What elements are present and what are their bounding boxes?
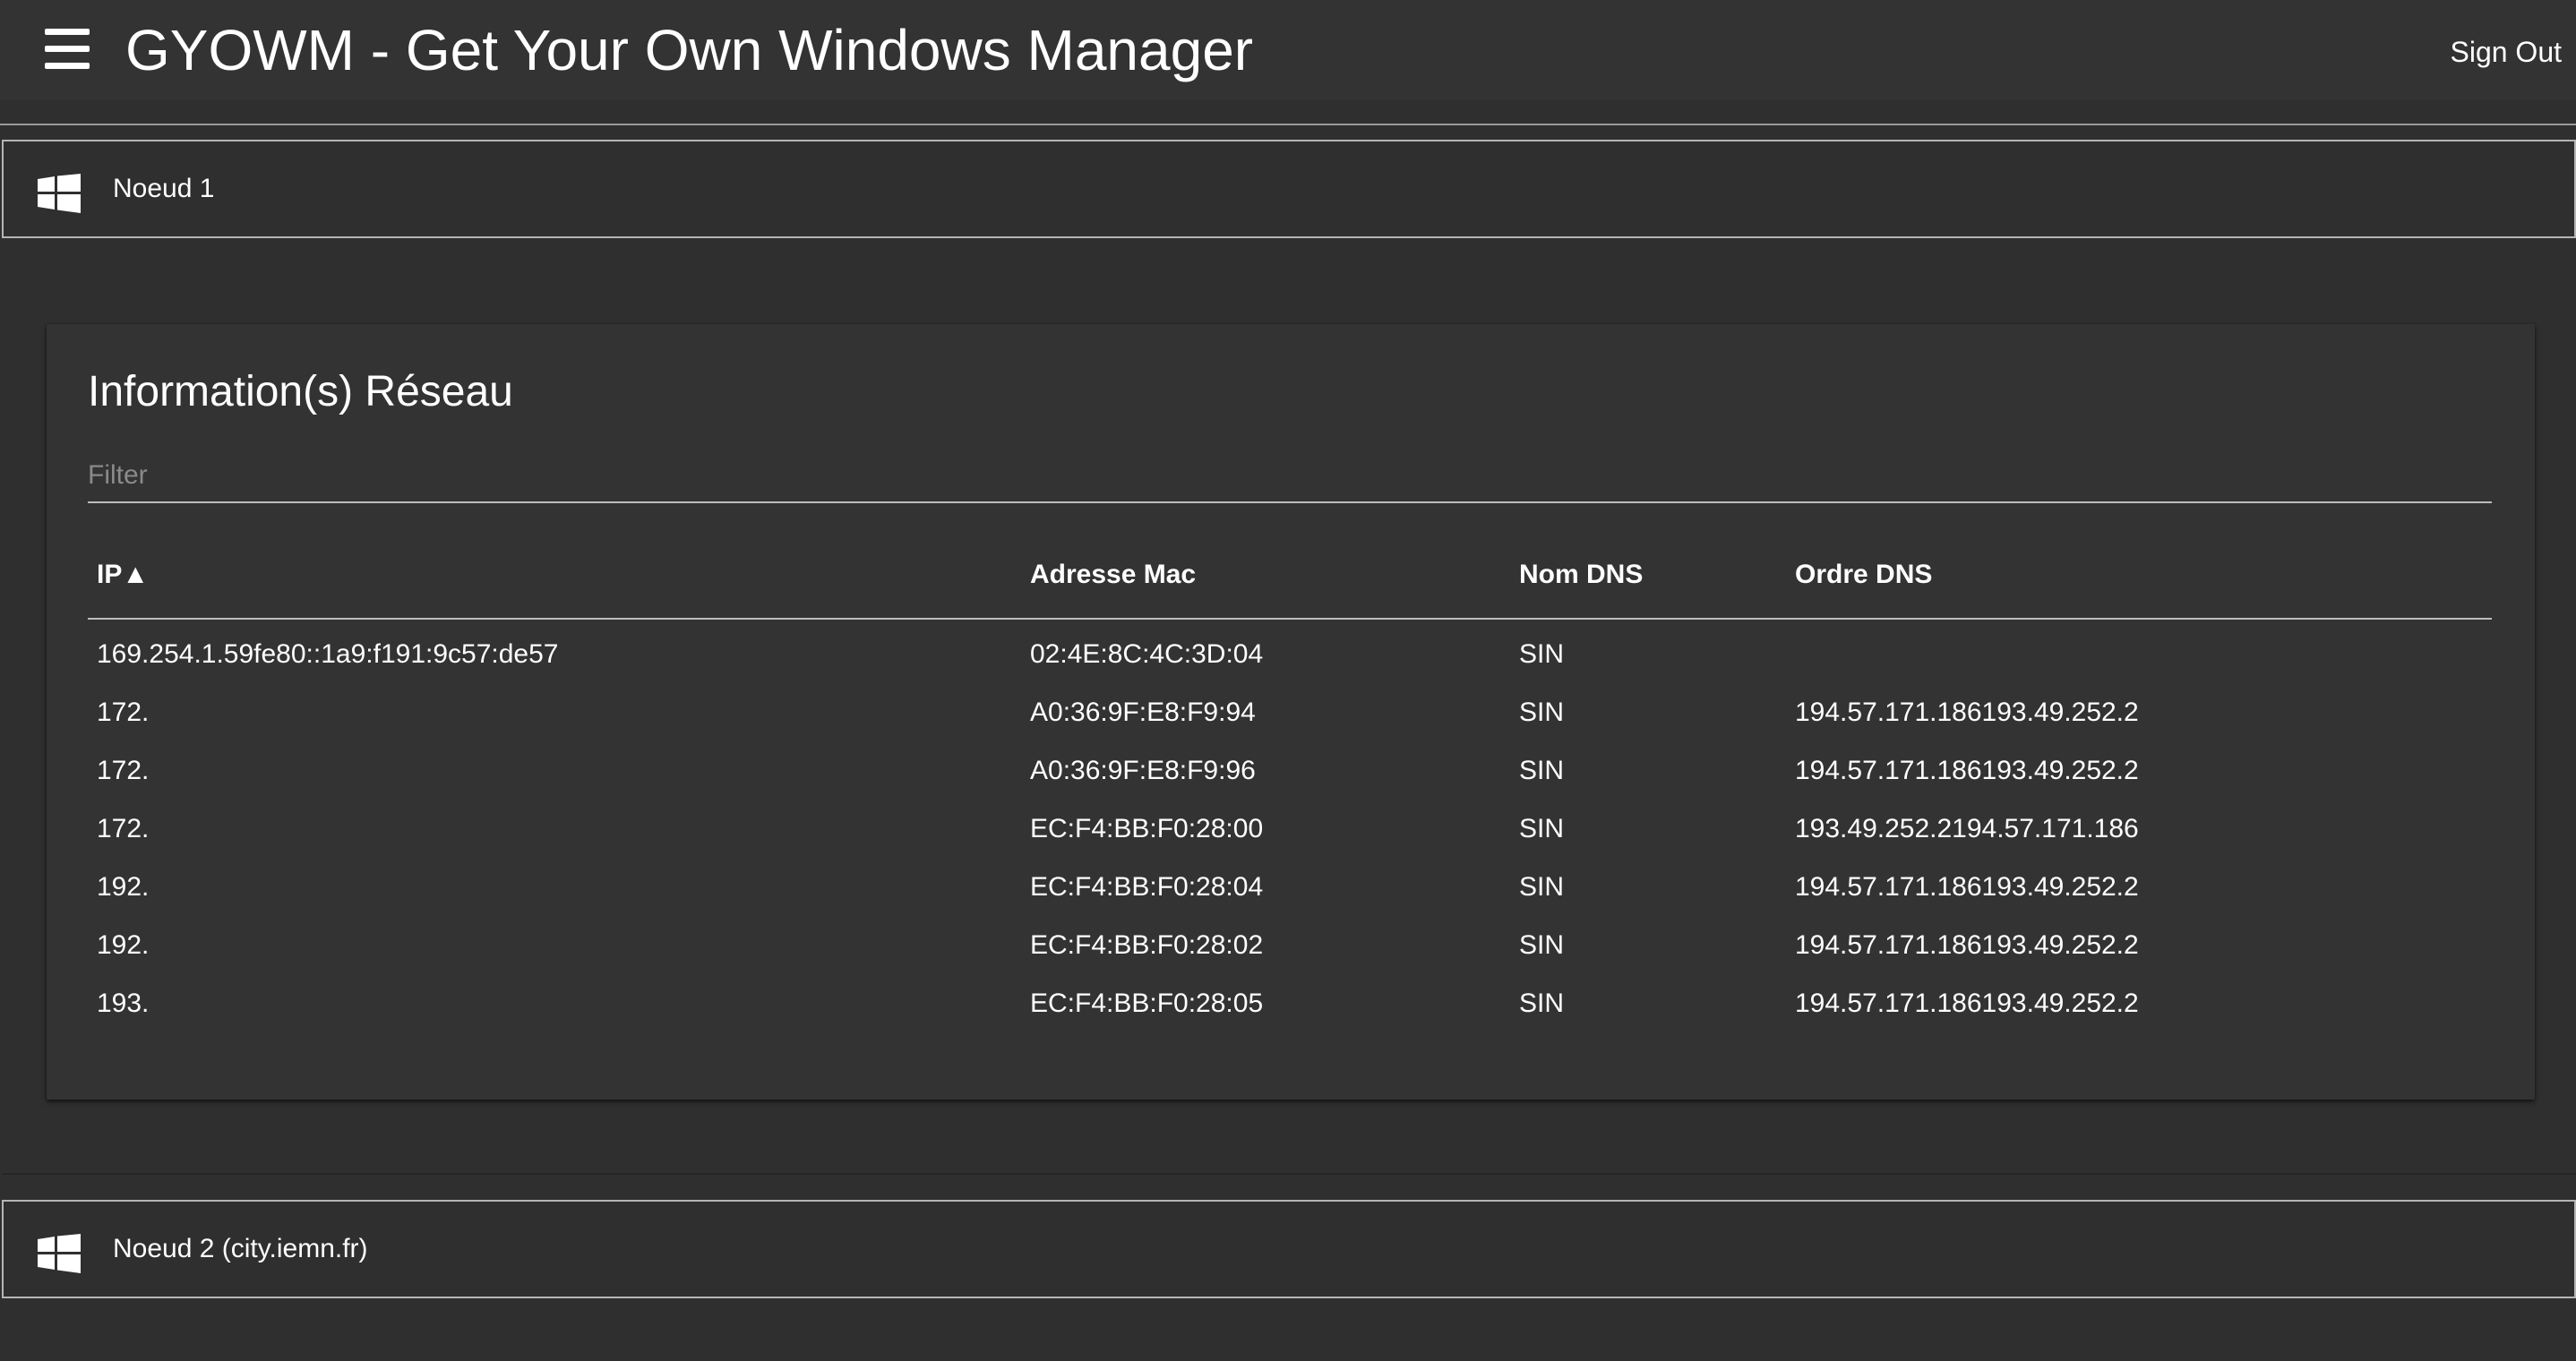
cell-ip: 192. — [97, 871, 150, 902]
app-bar: GYOWM - Get Your Own Windows Manager Sig… — [0, 0, 2576, 100]
cell-mac: A0:36:9F:E8:F9:94 — [1030, 697, 1256, 727]
windows-logo-icon — [38, 174, 81, 213]
sign-out-button[interactable]: Sign Out — [2450, 34, 2562, 70]
cell-dns-order: 193.49.252.2194.57.171.186 — [1795, 813, 2139, 843]
column-header-dns-order[interactable]: Ordre DNS — [1786, 532, 2492, 620]
node-label: Noeud 2 (city.iemn.fr) — [113, 1234, 368, 1263]
node-row-1[interactable]: Noeud 1 — [2, 140, 2576, 238]
cell-ip: 172. — [97, 813, 150, 843]
column-header-ip[interactable]: IP▲ — [88, 532, 1021, 620]
column-header-dns-name[interactable]: Nom DNS — [1510, 532, 1786, 620]
table-row: 172. A0:36:9F:E8:F9:96 SIN 194.57.171.18… — [88, 741, 2492, 800]
page: GYOWM - Get Your Own Windows Manager Sig… — [0, 0, 2576, 1361]
table-row: 192. EC:F4:BB:F0:28:04 SIN 194.57.171.18… — [88, 858, 2492, 916]
cell-dns-order: 194.57.171.186193.49.252.2 — [1795, 697, 2139, 727]
network-info-title: Information(s) Réseau — [88, 368, 513, 415]
table-row: 192. EC:F4:BB:F0:28:02 SIN 194.57.171.18… — [88, 916, 2492, 974]
cell-dns-order: 194.57.171.186193.49.252.2 — [1795, 755, 2139, 785]
cell-mac: EC:F4:BB:F0:28:04 — [1030, 871, 1264, 902]
table-row: 172. EC:F4:BB:F0:28:00 SIN 193.49.252.21… — [88, 800, 2492, 858]
cell-ip: 193. — [97, 988, 150, 1018]
table-header-row: IP▲ Adresse Mac Nom DNS Ordre DNS — [88, 532, 2492, 620]
cell-dns-name: SIN — [1519, 697, 1565, 727]
cell-dns-order: 194.57.171.186193.49.252.2 — [1795, 929, 2139, 960]
table-row: 172. A0:36:9F:E8:F9:94 SIN 194.57.171.18… — [88, 683, 2492, 741]
windows-logo-icon — [38, 1234, 81, 1273]
cell-ip: 172. — [97, 697, 150, 727]
cell-dns-name: SIN — [1519, 929, 1565, 960]
cell-dns-order — [1786, 619, 2492, 683]
divider — [0, 124, 2576, 125]
app-title: GYOWM - Get Your Own Windows Manager — [125, 18, 1254, 82]
cell-mac: 02:4E:8C:4C:3D:04 — [1030, 638, 1264, 669]
cell-mac: EC:F4:BB:F0:28:00 — [1030, 813, 1264, 843]
node-1-panel: Information(s) Réseau IP▲ Adresse Mac No… — [2, 240, 2576, 1175]
network-table: IP▲ Adresse Mac Nom DNS Ordre DNS 169.25… — [88, 532, 2492, 1032]
hamburger-menu-icon[interactable] — [43, 27, 93, 73]
cell-mac: EC:F4:BB:F0:28:05 — [1030, 988, 1264, 1018]
cell-dns-order: 194.57.171.186193.49.252.2 — [1795, 871, 2139, 902]
cell-ip: 169.254.1.59fe80::1a9:f191:9c57:de57 — [97, 638, 559, 669]
node-row-2[interactable]: Noeud 2 (city.iemn.fr) — [2, 1200, 2576, 1298]
filter-input[interactable] — [88, 449, 2492, 503]
cell-ip: 172. — [97, 755, 150, 785]
cell-dns-order: 194.57.171.186193.49.252.2 — [1795, 988, 2139, 1018]
column-header-mac-address[interactable]: Adresse Mac — [1021, 532, 1510, 620]
node-label: Noeud 1 — [113, 174, 215, 203]
cell-dns-name: SIN — [1519, 988, 1565, 1018]
table-row: 169.254.1.59fe80::1a9:f191:9c57:de57 02:… — [88, 619, 2492, 683]
cell-dns-name: SIN — [1519, 813, 1565, 843]
cell-dns-name: SIN — [1519, 638, 1565, 669]
network-info-card: Information(s) Réseau IP▲ Adresse Mac No… — [47, 324, 2535, 1100]
cell-mac: EC:F4:BB:F0:28:02 — [1030, 929, 1264, 960]
table-row: 193. EC:F4:BB:F0:28:05 SIN 194.57.171.18… — [88, 974, 2492, 1032]
cell-ip: 192. — [97, 929, 150, 960]
cell-dns-name: SIN — [1519, 871, 1565, 902]
cell-mac: A0:36:9F:E8:F9:96 — [1030, 755, 1256, 785]
cell-dns-name: SIN — [1519, 755, 1565, 785]
